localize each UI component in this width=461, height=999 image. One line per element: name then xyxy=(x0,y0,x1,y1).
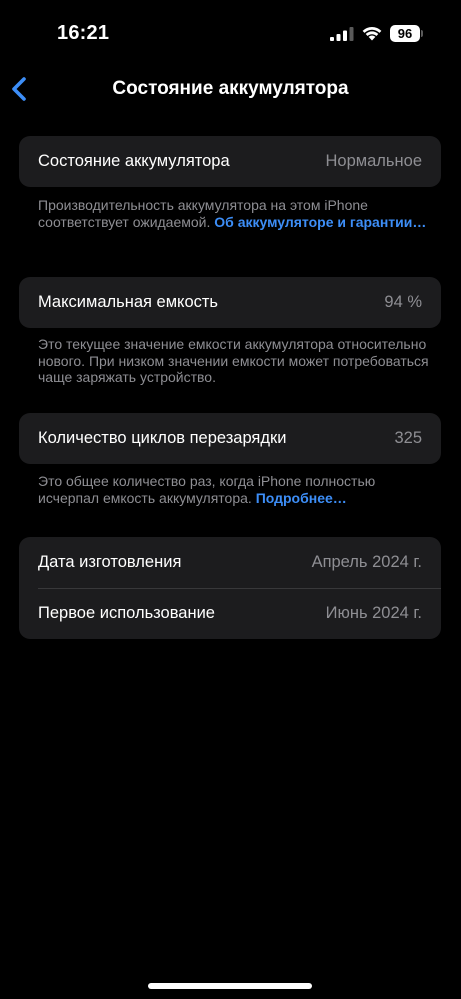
first-use-value: Июнь 2024 г. xyxy=(325,604,422,622)
manufacture-date-label: Дата изготовления xyxy=(38,553,182,571)
max-capacity-row: Максимальная емкость 94 % xyxy=(19,277,441,328)
home-indicator[interactable] xyxy=(148,983,312,989)
battery-health-row: Состояние аккумулятора Нормальное xyxy=(19,136,441,187)
max-capacity-footnote-text: Это текущее значение емкости аккумулятор… xyxy=(38,336,429,385)
cycle-count-label: Количество циклов перезарядки xyxy=(38,429,287,447)
battery-icon: 96 xyxy=(390,25,420,42)
wifi-icon xyxy=(362,27,382,41)
battery-warranty-link[interactable]: Об аккумуляторе и гарантии… xyxy=(214,214,426,230)
first-use-label: Первое использование xyxy=(38,604,215,622)
cycle-count-more-link[interactable]: Подробнее… xyxy=(256,490,347,506)
cycle-count-value: 325 xyxy=(394,429,422,447)
battery-health-label: Состояние аккумулятора xyxy=(38,152,230,170)
page-title: Состояние аккумулятора xyxy=(112,78,349,99)
battery-tip xyxy=(421,30,423,37)
max-capacity-value: 94 % xyxy=(384,293,422,311)
max-capacity-label: Максимальная емкость xyxy=(38,293,219,311)
battery-health-value: Нормальное xyxy=(325,152,422,170)
status-time: 16:21 xyxy=(57,22,110,44)
cycle-count-footnote: Это общее количество раз, когда iPhone п… xyxy=(38,473,433,506)
cellular-signal-icon xyxy=(330,27,354,41)
manufacture-date-value: Апрель 2024 г. xyxy=(311,553,422,571)
manufacture-date-row: Дата изготовления Апрель 2024 г. xyxy=(19,537,441,588)
dates-group: Дата изготовления Апрель 2024 г. Первое … xyxy=(19,537,441,639)
max-capacity-footnote: Это текущее значение емкости аккумулятор… xyxy=(38,336,433,386)
max-capacity-group: Максимальная емкость 94 % xyxy=(19,277,441,328)
battery-health-group: Состояние аккумулятора Нормальное xyxy=(19,136,441,187)
cycle-count-group: Количество циклов перезарядки 325 xyxy=(19,413,441,464)
first-use-row: Первое использование Июнь 2024 г. xyxy=(19,588,441,639)
status-bar: 16:21 96 xyxy=(0,0,461,60)
battery-health-footnote: Производительность аккумулятора на этом … xyxy=(38,197,433,230)
battery-level: 96 xyxy=(397,26,413,41)
cycle-count-row: Количество циклов перезарядки 325 xyxy=(19,413,441,464)
